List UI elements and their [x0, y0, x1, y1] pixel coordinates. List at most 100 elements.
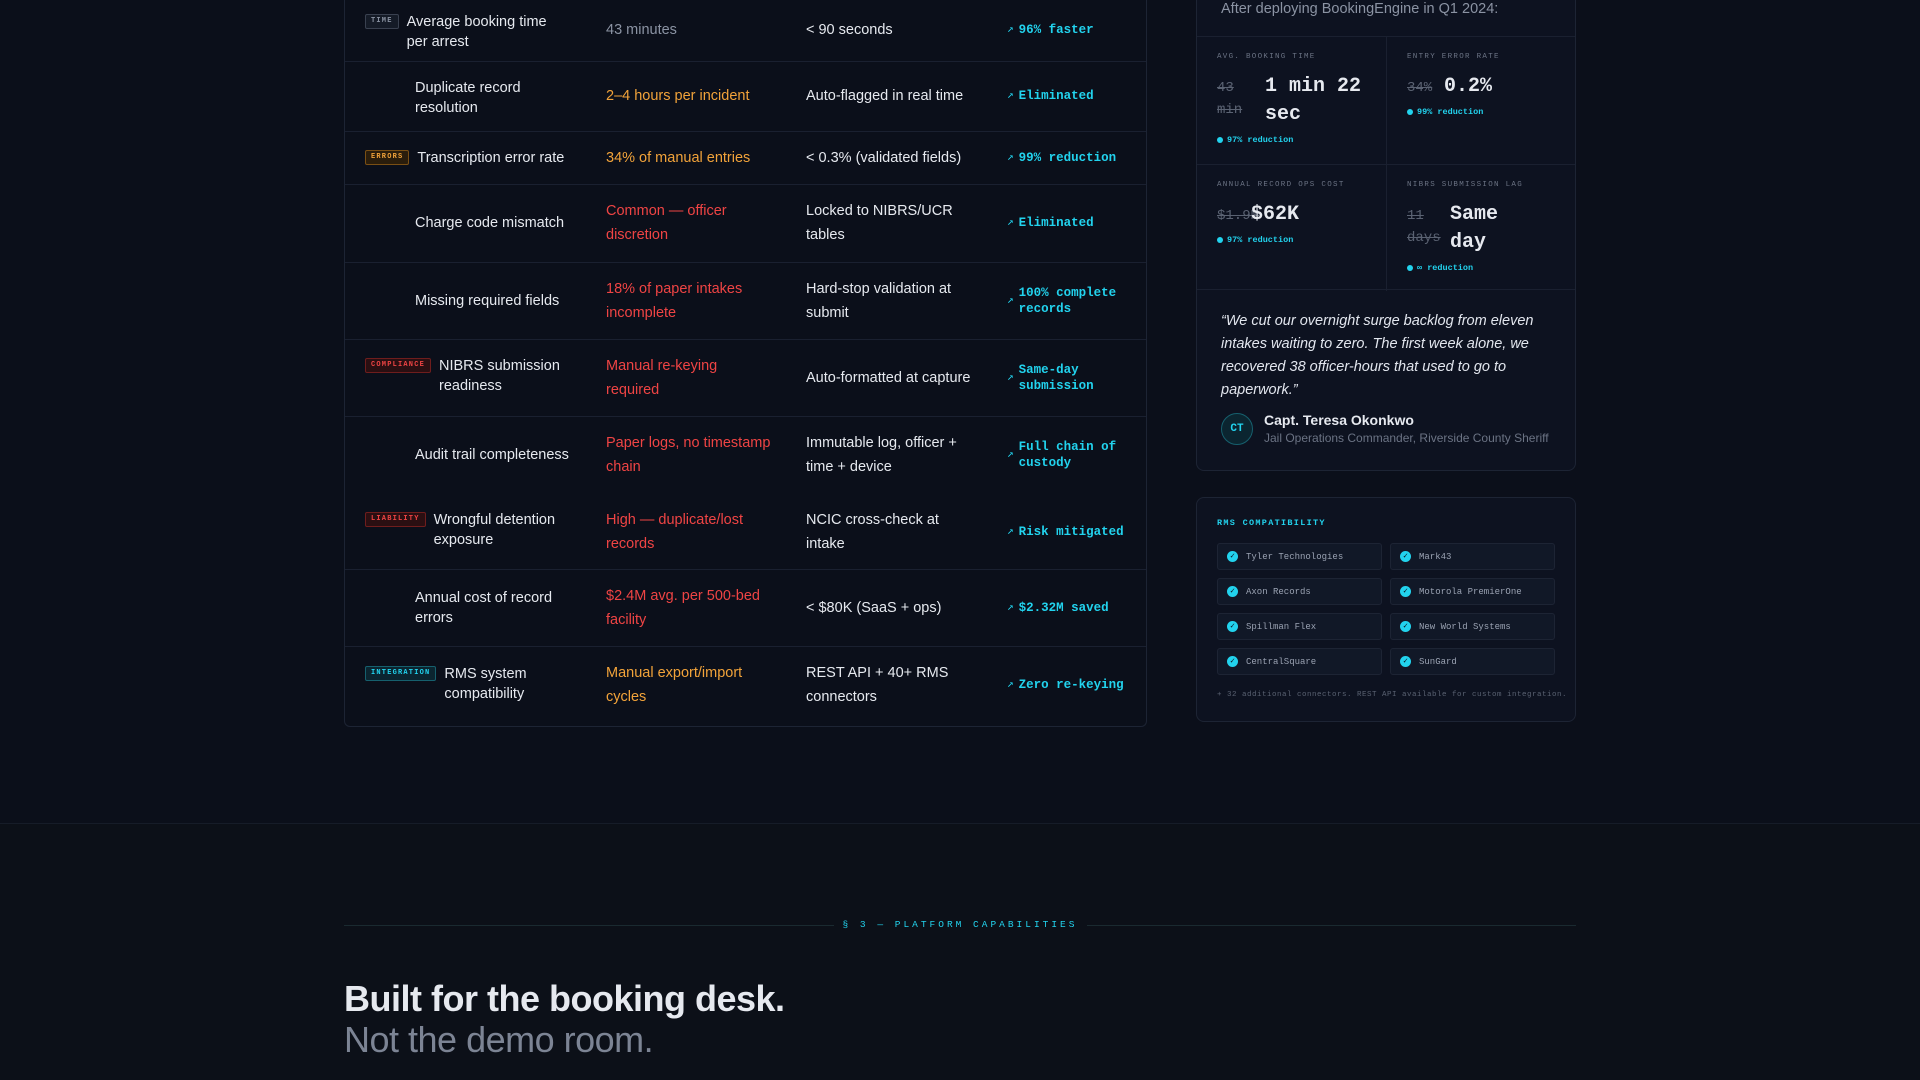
table-row: LIABILITY Wrongful detention exposure Hi…	[345, 494, 1146, 570]
impact-value: ↗ 96% faster	[1007, 22, 1137, 38]
trend-up-icon: ↗	[1007, 602, 1014, 614]
metric-label: Missing required fields	[415, 293, 560, 309]
impact-text: Risk mitigated	[1018, 525, 1124, 539]
table-row: COMPLIANCE NIBRS submission readiness Ma…	[345, 340, 1146, 417]
table-row: ERRORS Transcription error rate 34% of m…	[345, 132, 1146, 185]
metric-label: NIBRS submission readiness	[439, 358, 560, 394]
trend-up-icon: ↗	[1007, 152, 1014, 164]
trend-up-icon: ↗	[1007, 526, 1014, 538]
rms-title: RMS COMPATIBILITY	[1217, 518, 1326, 528]
rms-connector: ✓ Tyler Technologies	[1217, 543, 1382, 570]
trend-up-icon: ↗	[1007, 295, 1014, 307]
rms-connector-name: CentralSquare	[1246, 656, 1317, 667]
metric-label: Wrongful detention exposure	[433, 512, 556, 548]
after-value: Auto-flagged in real time	[806, 88, 964, 104]
stat-label: AVG. BOOKING TIME	[1217, 53, 1316, 61]
status-dot-icon	[1217, 137, 1223, 143]
rms-connector: ✓ CentralSquare	[1217, 648, 1382, 675]
table-row: Charge code mismatch Common — officer di…	[345, 185, 1146, 263]
trend-up-icon: ↗	[1007, 217, 1014, 229]
rms-connector-name: Motorola PremierOne	[1419, 586, 1522, 597]
comparison-table: TIME Average booking time per arrest 43 …	[344, 0, 1147, 727]
trend-up-icon: ↗	[1007, 449, 1014, 461]
stat-label: NIBRS SUBMISSION LAG	[1407, 181, 1524, 189]
before-value: 18% of paper intakes incomplete	[606, 281, 743, 321]
impact-text: Eliminated	[1018, 216, 1094, 230]
stat-delta-text: ∞ reduction	[1417, 263, 1474, 273]
stat-avg-booking-time: AVG. BOOKING TIME 43 min 1 min 22 sec 97…	[1197, 37, 1386, 164]
rms-connector-name: SunGard	[1419, 656, 1457, 667]
stat-label: ANNUAL RECORD OPS COST	[1217, 181, 1345, 189]
rms-connector: ✓ Axon Records	[1217, 578, 1382, 605]
author-name: Capt. Teresa Okonkwo	[1264, 412, 1414, 428]
check-circle-icon: ✓	[1400, 586, 1411, 597]
check-circle-icon: ✓	[1227, 656, 1238, 667]
before-value: 2–4 hours per incident	[606, 88, 750, 104]
metric-label: Average booking time per arrest	[406, 14, 547, 50]
stat-new-value: Same day	[1450, 203, 1499, 254]
section-label: § 3 — PLATFORM CAPABILITIES	[842, 919, 1078, 930]
table-row: INTEGRATION RMS system compatibility Man…	[345, 647, 1146, 725]
rms-connector: ✓ Mark43	[1390, 543, 1555, 570]
check-circle-icon: ✓	[1400, 551, 1411, 562]
testimonial-author: CT Capt. Teresa Okonkwo Jail Operations …	[1221, 412, 1549, 445]
stat-nibrs-submission-lag: NIBRS SUBMISSION LAG 11 days Same day ∞ …	[1386, 164, 1575, 291]
impact-value: ↗ $2.32M saved	[1007, 600, 1137, 616]
author-role: Jail Operations Commander, Riverside Cou…	[1264, 431, 1549, 445]
impact-value: ↗ Full chain of custody	[1007, 439, 1137, 471]
impact-text: Zero re-keying	[1018, 678, 1124, 692]
stat-delta: 99% reduction	[1407, 107, 1483, 117]
trend-up-icon: ↗	[1007, 90, 1014, 102]
impact-value: ↗ Eliminated	[1007, 215, 1137, 231]
before-value: Manual export/import cycles	[606, 665, 743, 705]
rms-connector: ✓ Spillman Flex	[1217, 613, 1382, 640]
table-row: Audit trail completeness Paper logs, no …	[345, 417, 1146, 494]
metric-label: Charge code mismatch	[415, 215, 565, 231]
rms-connector: ✓ New World Systems	[1390, 613, 1555, 640]
stat-entry-error-rate: ENTRY ERROR RATE 34% 0.2% 99% reduction	[1386, 37, 1575, 164]
table-row: TIME Average booking time per arrest 43 …	[345, 0, 1146, 62]
stat-new-value: 1 min 22 sec	[1265, 75, 1362, 126]
category-tag: LIABILITY	[365, 512, 426, 527]
section-background	[0, 823, 1920, 1080]
before-value: High — duplicate/lost records	[606, 512, 744, 552]
check-circle-icon: ✓	[1227, 621, 1238, 632]
stat-delta: 97% reduction	[1217, 235, 1293, 245]
status-dot-icon	[1407, 265, 1413, 271]
impact-value: ↗ 99% reduction	[1007, 150, 1137, 166]
before-value: 43 minutes	[606, 22, 677, 38]
results-card: After deploying BookingEngine in Q1 2024…	[1196, 0, 1576, 471]
rms-connector-name: Spillman Flex	[1246, 621, 1317, 632]
before-value: Common — officer discretion	[606, 203, 727, 243]
before-value: Paper logs, no timestamp chain	[606, 435, 771, 475]
results-intro: After deploying BookingEngine in Q1 2024…	[1221, 1, 1499, 17]
rms-connector-name: New World Systems	[1419, 621, 1511, 632]
metric-label: Duplicate record resolution	[415, 80, 521, 116]
trend-up-icon: ↗	[1007, 372, 1014, 384]
after-value: REST API + 40+ RMS connectors	[806, 665, 949, 705]
table-row: Annual cost of record errors $2.4M avg. …	[345, 570, 1146, 647]
after-value: Auto-formatted at capture	[806, 370, 971, 386]
testimonial-quote: “We cut our overnight surge backlog from…	[1221, 313, 1534, 398]
after-value: Hard-stop validation at submit	[806, 281, 952, 321]
impact-text: $2.32M saved	[1018, 601, 1109, 615]
after-value: NCIC cross-check at intake	[806, 512, 939, 552]
stat-label: ENTRY ERROR RATE	[1407, 53, 1500, 61]
category-tag: TIME	[365, 14, 399, 29]
impact-text: 100% complete records	[1018, 286, 1117, 316]
metric-label: RMS system compatibility	[444, 666, 527, 702]
rms-footnote: + 32 additional connectors. REST API ava…	[1217, 691, 1568, 699]
after-value: Immutable log, officer + time + device	[806, 435, 957, 475]
impact-text: 99% reduction	[1018, 151, 1117, 165]
impact-value: ↗ Eliminated	[1007, 88, 1137, 104]
after-value: < $80K (SaaS + ops)	[806, 600, 942, 616]
check-circle-icon: ✓	[1400, 621, 1411, 632]
stat-new-value: $62K	[1251, 203, 1300, 226]
rms-connector-name: Axon Records	[1246, 586, 1311, 597]
check-circle-icon: ✓	[1400, 656, 1411, 667]
rms-connector: ✓ SunGard	[1390, 648, 1555, 675]
stat-old-value: 34%	[1407, 80, 1433, 96]
rms-connector: ✓ Motorola PremierOne	[1390, 578, 1555, 605]
rms-compatibility-card: RMS COMPATIBILITY ✓ Tyler Technologies ✓…	[1196, 497, 1576, 722]
rms-connector-name: Tyler Technologies	[1246, 551, 1344, 562]
